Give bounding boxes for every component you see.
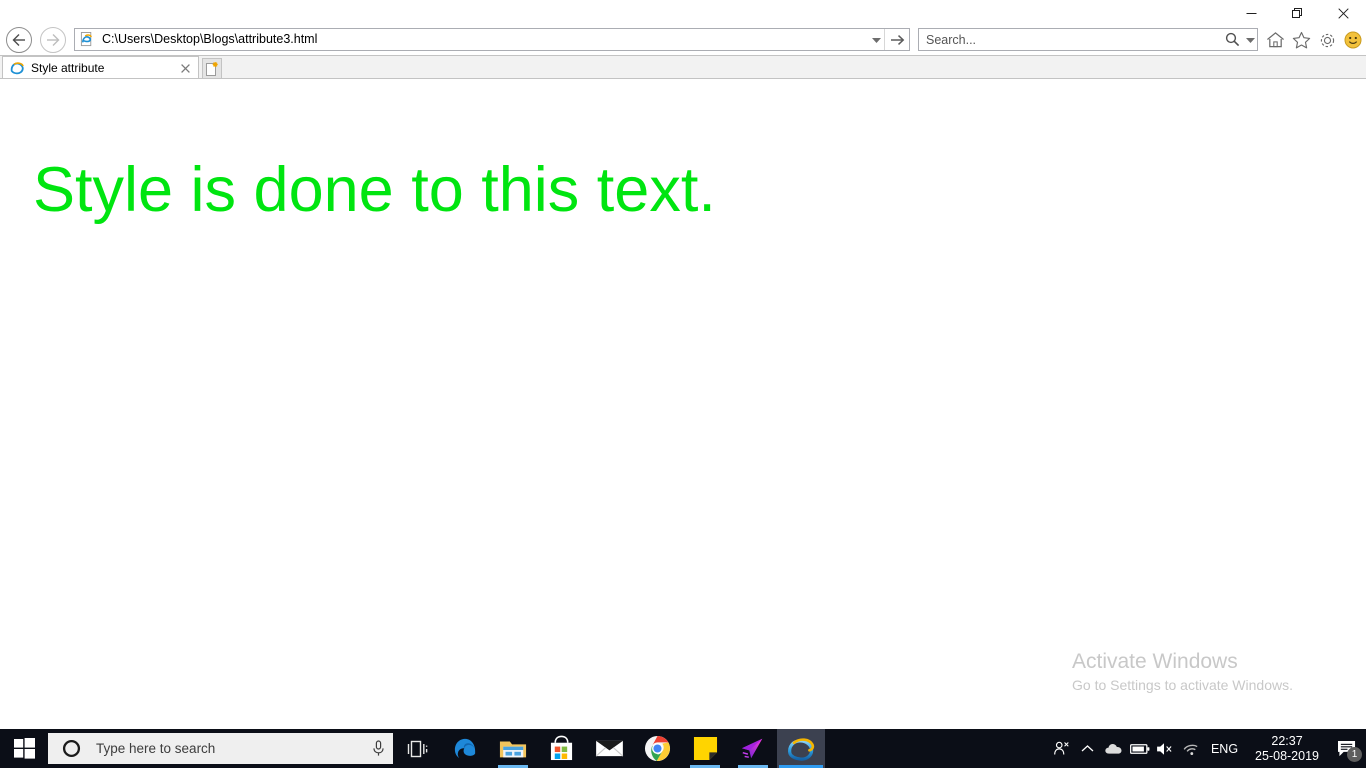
taskbar-search-box[interactable]: Type here to search: [48, 733, 393, 764]
smiley-feedback-icon[interactable]: [1342, 29, 1364, 51]
taskbar-app-google-chrome[interactable]: [633, 729, 681, 768]
search-icon[interactable]: [1221, 29, 1243, 50]
search-box[interactable]: [918, 28, 1258, 51]
tab-title: Style attribute: [31, 61, 105, 75]
taskbar-app-file-explorer[interactable]: [489, 729, 537, 768]
gear-icon[interactable]: [1316, 29, 1338, 51]
address-dropdown-icon[interactable]: [868, 29, 884, 50]
browser-tool-icons: [1264, 28, 1364, 52]
close-icon[interactable]: [176, 59, 194, 77]
taskbar-app-buttons: [441, 729, 825, 768]
start-button[interactable]: [0, 729, 48, 768]
window-controls: [1228, 0, 1366, 26]
favorites-star-icon[interactable]: [1290, 29, 1312, 51]
task-view-button[interactable]: [393, 729, 441, 768]
search-provider-dropdown-icon[interactable]: [1243, 29, 1257, 50]
people-icon[interactable]: [1049, 729, 1075, 768]
clock-date: 25-08-2019: [1255, 748, 1319, 763]
page-favicon-icon: [78, 31, 96, 48]
back-button[interactable]: [4, 25, 34, 55]
browser-tab[interactable]: Style attribute: [2, 56, 199, 79]
clock-time: 22:37: [1271, 733, 1303, 748]
taskbar-app-internet-explorer[interactable]: [777, 729, 825, 768]
go-button[interactable]: [884, 29, 909, 50]
taskbar-app-mail[interactable]: [585, 729, 633, 768]
taskbar-app-purple-arrow[interactable]: [729, 729, 777, 768]
home-icon[interactable]: [1264, 29, 1286, 51]
minimize-button[interactable]: [1228, 0, 1274, 26]
new-tab-button[interactable]: [202, 58, 222, 79]
system-tray: ENG 22:37 25-08-2019 1: [1049, 729, 1366, 768]
show-hidden-icons-chevron[interactable]: [1075, 729, 1101, 768]
microphone-icon[interactable]: [363, 733, 393, 764]
watermark-title: Activate Windows: [1072, 650, 1238, 673]
taskbar-search-placeholder[interactable]: Type here to search: [86, 741, 363, 756]
onedrive-cloud-icon[interactable]: [1101, 729, 1127, 768]
speaker-muted-icon[interactable]: [1153, 729, 1179, 768]
browser-window: C:\Users\Desktop\Blogs\attribute3.html S…: [0, 0, 1366, 768]
restore-button[interactable]: [1274, 0, 1320, 26]
internet-explorer-icon: [9, 60, 25, 76]
taskbar-app-sticky-notes[interactable]: [681, 729, 729, 768]
page-content-area: Style is done to this text. Activate Win…: [0, 79, 1366, 729]
title-bar: [0, 0, 1366, 26]
watermark-subtitle: Go to Settings to activate Windows.: [1072, 677, 1293, 693]
forward-button[interactable]: [38, 25, 68, 55]
notification-badge: 1: [1347, 747, 1362, 762]
clock[interactable]: 22:37 25-08-2019: [1246, 734, 1328, 764]
tab-strip: Style attribute: [0, 56, 1366, 79]
search-input[interactable]: [919, 29, 1221, 50]
battery-icon[interactable]: [1127, 729, 1153, 768]
address-url-text[interactable]: C:\Users\Desktop\Blogs\attribute3.html: [96, 29, 868, 50]
action-center-button[interactable]: 1: [1328, 729, 1366, 768]
language-indicator[interactable]: ENG: [1205, 742, 1246, 756]
wifi-icon[interactable]: [1179, 729, 1205, 768]
close-button[interactable]: [1320, 0, 1366, 26]
taskbar-app-microsoft-store[interactable]: [537, 729, 585, 768]
activate-windows-watermark: Activate Windows Go to Settings to activ…: [1072, 649, 1293, 695]
taskbar-app-microsoft-edge[interactable]: [441, 729, 489, 768]
address-bar[interactable]: C:\Users\Desktop\Blogs\attribute3.html: [74, 28, 910, 51]
cortana-icon: [56, 733, 86, 764]
page-heading: Style is done to this text.: [33, 155, 716, 225]
